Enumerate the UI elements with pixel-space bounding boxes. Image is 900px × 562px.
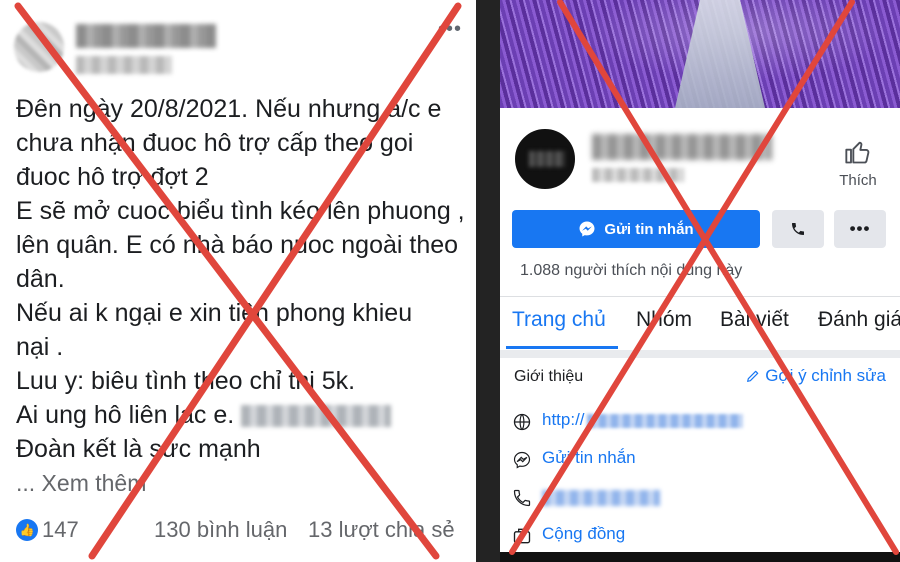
suggest-edit-label: Gợi ý chỉnh sửa (765, 366, 886, 385)
community-icon (513, 528, 531, 544)
intro-title: Giới thiệu (514, 368, 584, 385)
info-website[interactable]: http:// (512, 408, 892, 438)
call-button[interactable] (772, 210, 824, 248)
like-page-label: Thích (839, 172, 877, 189)
website-link[interactable]: http:// (542, 410, 743, 430)
messenger-icon (513, 451, 531, 469)
more-options-icon[interactable]: ••• (438, 18, 462, 41)
like-page-button[interactable]: Thích (832, 138, 884, 189)
more-icon: ••• (849, 219, 871, 238)
post-time-blurred (76, 56, 172, 74)
comments-count[interactable]: 130 bình luận (154, 517, 287, 543)
page-likes-count: 1.088 người thích nội dung này (520, 262, 743, 279)
cover-photo[interactable] (500, 0, 900, 108)
thumbs-up-icon (845, 141, 870, 164)
page-name-blurred[interactable] (592, 134, 772, 160)
info-phone[interactable] (512, 484, 892, 514)
phone-icon (792, 223, 804, 235)
tab-groups[interactable]: Nhóm (636, 308, 692, 332)
page-tabs: Trang chủ Nhóm Bài viết Đánh giá (500, 298, 900, 350)
tab-posts[interactable]: Bài viết (720, 308, 789, 332)
category-link[interactable]: Cộng đồng (542, 524, 625, 544)
page-subtitle-blurred (592, 168, 684, 182)
messenger-icon (579, 221, 595, 237)
send-message-button[interactable]: Gửi tin nhắn (512, 210, 760, 248)
shares-count[interactable]: 13 lượt chia sẻ (308, 517, 455, 543)
divider (500, 296, 900, 297)
post-line: dân. (16, 265, 65, 293)
facebook-page-panel: Thích Gửi tin nhắn ••• 1.088 người thích… (500, 0, 900, 562)
send-message-link[interactable]: Gửi tin nhắn (542, 448, 636, 468)
post-header: ••• (14, 14, 464, 84)
page-avatar[interactable] (512, 126, 578, 192)
post-line: E sẽ mở cuoc biểu tình kéo lên phuong , (16, 197, 465, 225)
post-stats: 👍 147 130 bình luận 13 lượt chia sẻ (16, 514, 466, 550)
pencil-icon (747, 370, 759, 382)
post-line: chưa nhận đuoc hô trợ cấp theo goi (16, 129, 414, 157)
website-prefix: http:// (542, 410, 585, 429)
author-name-blurred[interactable] (76, 24, 216, 48)
page-profile-row: Thích (500, 108, 900, 204)
website-url-blurred (586, 413, 743, 428)
post-line: đuoc hô trợ đợt 2 (16, 163, 209, 191)
send-message-label: Gửi tin nhắn (604, 220, 694, 238)
post-line: lên quân. E có nhà báo nuoc ngoài theo (16, 231, 459, 259)
tab-home[interactable]: Trang chủ (512, 308, 606, 332)
post-text: Đên ngày 20/8/2021. Nếu nhưng a/c e chưa… (16, 92, 466, 500)
page-actions: Gửi tin nhắn ••• (512, 210, 888, 248)
more-button[interactable]: ••• (834, 210, 886, 248)
phone-number-blurred (241, 405, 392, 428)
phone-number-blurred (542, 490, 660, 506)
section-separator (500, 350, 900, 358)
globe-icon (513, 413, 531, 431)
bottom-edge (500, 552, 900, 562)
see-more-link[interactable]: ... Xem thêm (16, 466, 466, 500)
tab-reviews[interactable]: Đánh giá (818, 308, 900, 332)
cover-figure (675, 0, 765, 108)
info-send-message[interactable]: Gửi tin nhắn (512, 446, 892, 476)
like-icon: 👍 (16, 519, 38, 541)
info-category[interactable]: Cộng đồng (512, 522, 892, 552)
panel-divider (476, 0, 500, 562)
facebook-post-panel: ••• Đên ngày 20/8/2021. Nếu nhưng a/c e … (0, 0, 476, 562)
post-line: Đoàn kết là sưc mạnh (16, 435, 261, 463)
author-avatar-blurred[interactable] (14, 22, 64, 72)
post-line: Nếu ai k ngại e xin tiên phong khieu (16, 299, 413, 327)
post-line: Luu y: biêu tình theo chỉ thị 5k. (16, 367, 356, 395)
post-line-with-phone: Ai ung hô liên lac e. (16, 398, 466, 432)
post-line-text: Ai ung hô liên lac e. (16, 401, 235, 429)
reactions-count[interactable]: 147 (42, 517, 79, 543)
post-line: nại . (16, 333, 64, 361)
phone-icon (513, 489, 531, 507)
active-tab-indicator (506, 346, 618, 349)
suggest-edit-link[interactable]: Gợi ý chỉnh sửa (745, 366, 886, 386)
post-line: Đên ngày 20/8/2021. Nếu nhưng a/c e (16, 95, 442, 123)
page-avatar-blurred (529, 151, 565, 167)
